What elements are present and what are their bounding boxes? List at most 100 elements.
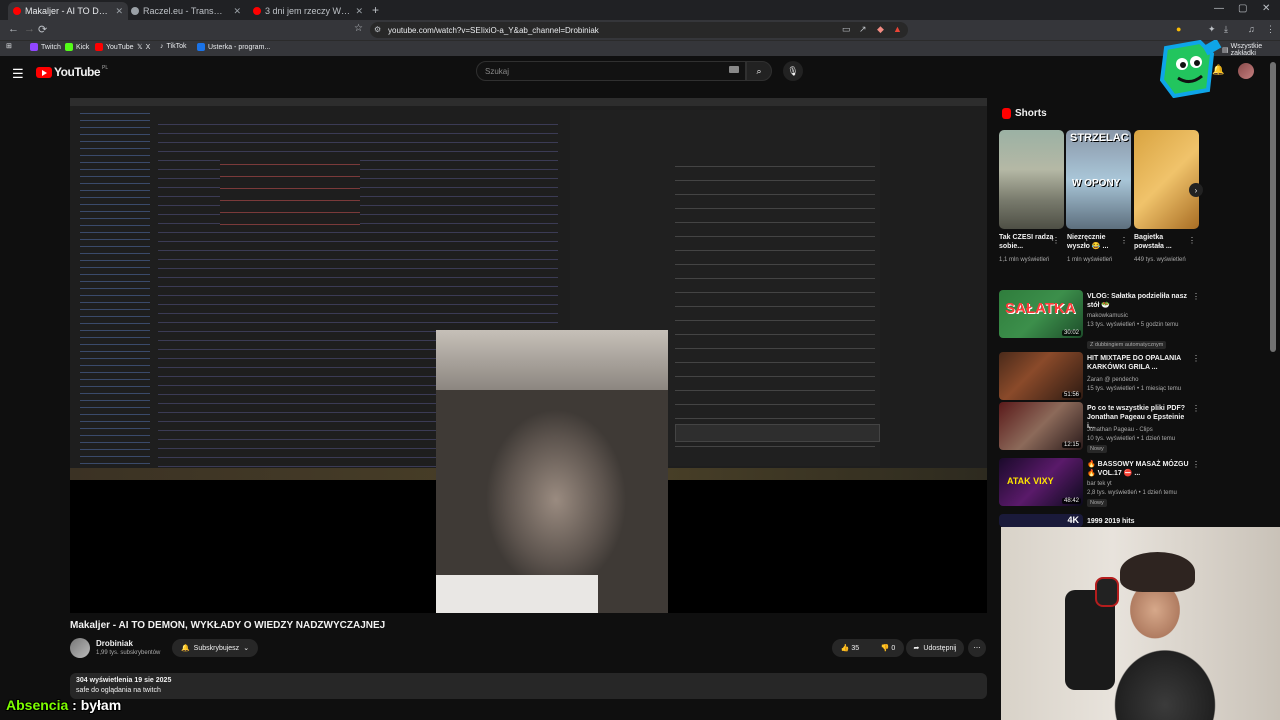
subscribe-button[interactable]: 🔔 Subskrybujesz ⌄ — [172, 639, 258, 657]
tab-raczel[interactable]: Raczel.eu - Transmisje, NA ŻYWO | LIV ✕ — [126, 2, 246, 20]
search-button[interactable]: ⌕ — [746, 61, 772, 81]
minimize-icon[interactable]: — — [1214, 3, 1224, 14]
bookmark-x[interactable]: 𝕏 X — [137, 43, 150, 52]
cast-icon[interactable]: ▭ — [842, 24, 851, 35]
video-thumbnail[interactable]: 12:15 — [999, 402, 1083, 450]
video-thumbnail[interactable]: 51:56 — [999, 352, 1083, 400]
new-tab-button[interactable]: + — [372, 3, 379, 17]
youtube-tab-icon — [13, 7, 21, 15]
bookmark-usterka[interactable]: Usterka - program... — [197, 43, 270, 51]
apps-icon[interactable]: ⊞ — [6, 42, 12, 50]
video-badge: Nowy — [1087, 499, 1107, 507]
address-bar[interactable]: youtube.com/watch?v=SEIixiO-a_Y&ab_chann… — [370, 22, 908, 38]
bookmark-kick[interactable]: Kick — [65, 43, 89, 51]
all-bookmarks[interactable]: ▤ Wszystkie zakładki — [1222, 43, 1280, 57]
extensions-icon[interactable]: ✦ — [1208, 24, 1216, 35]
site-info-icon[interactable]: ⚙ — [374, 25, 381, 34]
short-title[interactable]: Niezręcznie wyszło 😂 ... — [1067, 233, 1125, 251]
youtube-logo[interactable]: YouTube PL — [36, 65, 108, 79]
video-channel[interactable]: Żaran @ pendecho — [1087, 376, 1197, 384]
extension-shield-icon[interactable]: ◆ — [877, 24, 884, 35]
page-scrollbar[interactable] — [1270, 62, 1276, 352]
short-title[interactable]: Bagietka powstała ... — [1134, 233, 1192, 251]
video-menu-icon[interactable]: ⋮ — [1192, 404, 1200, 413]
bookmark-youtube[interactable]: YouTube — [95, 43, 134, 51]
bookmark-star-icon[interactable]: ☆ — [354, 23, 363, 34]
media-icon[interactable]: ♫ — [1248, 24, 1255, 34]
share-label: Udostępnij — [923, 644, 957, 652]
video-player[interactable] — [70, 98, 987, 613]
short-menu-icon[interactable]: ⋮ — [1188, 236, 1196, 245]
short-thumbnail[interactable] — [999, 130, 1064, 229]
shorts-heading: Shorts — [1002, 108, 1047, 119]
video-menu-icon[interactable]: ⋮ — [1192, 354, 1200, 363]
short-title[interactable]: Tak CZESI radzą sobie... — [999, 233, 1057, 251]
video-thumbnail[interactable]: ATAK VIXY 48:42 — [999, 458, 1083, 506]
video-title[interactable]: HIT MIXTAPE DO OPALANIA KARKÓWKI GRILA .… — [1087, 354, 1189, 372]
channel-name[interactable]: Drobiniak — [96, 639, 133, 648]
video-title[interactable]: 1999 2019 hits — [1087, 517, 1189, 526]
shorts-icon — [1002, 108, 1011, 119]
video-title[interactable]: VLOG: Sałatka podzieliła nasz stół 🥗 — [1087, 292, 1189, 310]
short-overlay-text-2: W OPONY — [1072, 178, 1121, 189]
chat-separator: : — [72, 697, 81, 713]
video-menu-icon[interactable]: ⋮ — [1192, 460, 1200, 469]
logo-country: PL — [102, 65, 109, 71]
extension-warning-icon[interactable]: ▲ — [893, 24, 902, 34]
downloads-icon[interactable]: ⤓ — [1224, 24, 1228, 35]
subscribe-label: Subskrybujesz — [193, 644, 240, 652]
tab-3-dni[interactable]: 3 dni jem rzeczy WYWOŁUJĄCE PIEK ✕ — [248, 2, 368, 20]
shorts-next-arrow-icon[interactable]: › — [1189, 183, 1203, 197]
extension-bulb-icon[interactable]: ● — [1176, 24, 1181, 34]
close-window-icon[interactable]: ✕ — [1262, 3, 1270, 14]
tab-makaljer[interactable]: Makaljer - AI TO DEMON, WY ✕ — [8, 2, 128, 20]
video-menu-icon[interactable]: ⋮ — [1192, 292, 1200, 301]
video-title[interactable]: 🔥 BASSOWY MASAŻ MÓZGU 🔥 VOL.17 ⛔ ... — [1087, 460, 1189, 478]
description-box[interactable] — [70, 673, 987, 699]
reload-icon[interactable]: ⟳ — [38, 23, 47, 36]
bookmark-label: Kick — [76, 43, 90, 51]
voice-search-button[interactable]: 🎙 — [783, 61, 803, 81]
short-menu-icon[interactable]: ⋮ — [1120, 236, 1128, 245]
bookmark-label: Twitch — [41, 43, 61, 51]
short-menu-icon[interactable]: ⋮ — [1052, 236, 1060, 245]
video-thumbnail[interactable]: SAŁATKA 30:02 — [999, 290, 1083, 338]
dislike-button[interactable]: 👎 0 — [881, 644, 896, 652]
forward-icon[interactable]: → — [24, 23, 35, 35]
share-button[interactable]: ➦ Udostępnij — [906, 639, 964, 657]
back-icon[interactable]: ← — [8, 23, 19, 35]
bookmark-label: YouTube — [106, 43, 134, 51]
menu-icon[interactable]: ⋮ — [1266, 24, 1275, 35]
bookmark-tiktok[interactable]: ♪ TikTok — [160, 43, 186, 50]
like-button[interactable]: 👍 35 — [841, 644, 859, 652]
short-views: 1 mln wyświetleń — [1067, 257, 1113, 263]
ide-code-highlight — [220, 158, 360, 228]
bookmark-twitch[interactable]: Twitch — [30, 43, 61, 51]
close-tab-icon[interactable]: ✕ — [115, 6, 123, 17]
video-duration: 51:56 — [1061, 392, 1081, 398]
short-thumbnail[interactable] — [1134, 130, 1199, 229]
video-channel[interactable]: Jonathan Pageau - Clips — [1087, 426, 1197, 434]
channel-subscribers: 1,99 tys. subskrybentów — [96, 650, 161, 656]
hamburger-menu-icon[interactable]: ☰ — [12, 66, 24, 82]
close-tab-icon[interactable]: ✕ — [233, 6, 241, 17]
video-thumbnail[interactable]: 4K — [999, 514, 1083, 527]
close-tab-icon[interactable]: ✕ — [355, 6, 363, 17]
mic-icon: 🎙 — [787, 65, 799, 76]
tab-title: 3 dni jem rzeczy WYWOŁUJĄCE PIEK — [265, 6, 351, 16]
maximize-icon[interactable]: ▢ — [1238, 3, 1247, 14]
short-thumbnail[interactable]: STRZELAC W OPONY — [1066, 130, 1131, 229]
video-channel[interactable]: bar tek yt — [1087, 480, 1197, 488]
ide-menubar — [70, 98, 987, 106]
channel-avatar[interactable] — [70, 638, 90, 658]
description-text: safe do oglądania na twitch — [76, 687, 161, 694]
more-actions-button[interactable]: ⋯ — [968, 639, 986, 657]
ide-file-tree — [80, 108, 150, 468]
account-avatar[interactable] — [1238, 63, 1254, 79]
search-input[interactable]: Szukaj — [476, 61, 746, 81]
video-channel[interactable]: makowkamusic — [1087, 312, 1197, 320]
share-icon[interactable]: ↗ — [859, 24, 867, 35]
share-arrow-icon: ➦ — [913, 645, 920, 652]
keyboard-icon[interactable] — [729, 66, 739, 73]
video-duration: 12:15 — [1061, 442, 1081, 448]
